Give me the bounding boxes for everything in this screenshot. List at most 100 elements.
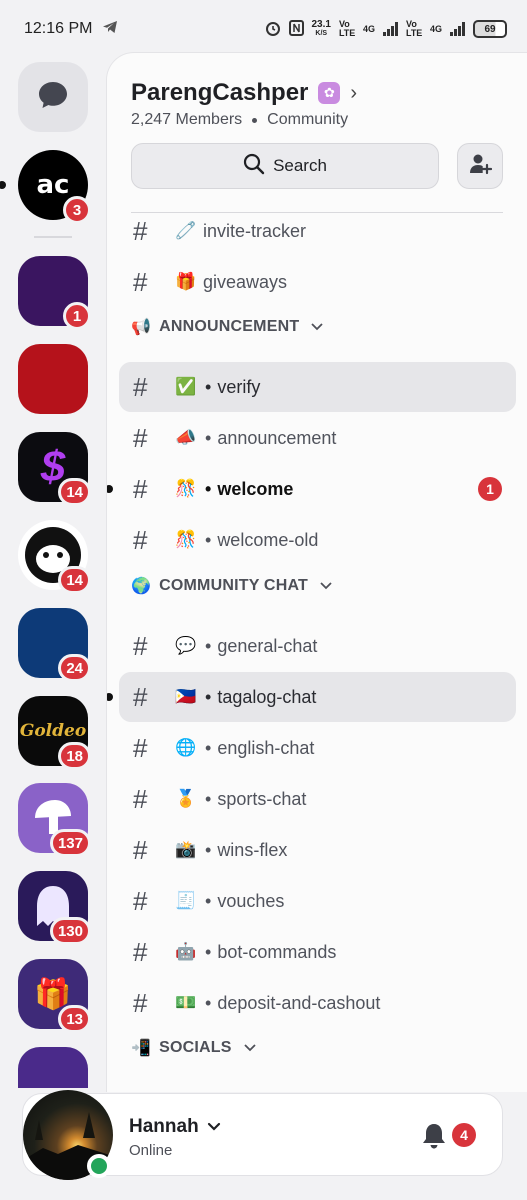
text-channel-icon: # [133, 266, 148, 297]
channel-tagalog-chat[interactable]: # 🇵🇭 • tagalog-chat [119, 672, 516, 722]
server-icon[interactable]: 🎁 13 [18, 959, 91, 1033]
channel-vouches[interactable]: # 🧾 • vouches [119, 876, 516, 926]
channel-wins-flex[interactable]: # 📸 • wins-flex [119, 825, 516, 875]
mention-badge: 18 [58, 742, 91, 770]
server-icon[interactable] [18, 344, 88, 414]
search-icon [243, 153, 265, 180]
search-button[interactable]: Search [131, 143, 439, 189]
text-channel-icon: # [133, 885, 148, 916]
add-user-icon [468, 153, 493, 180]
chevron-down-icon [320, 579, 332, 593]
text-channel-icon: # [133, 422, 148, 453]
text-channel-icon: # [133, 630, 148, 661]
user-status: Online [129, 1142, 173, 1159]
channel-emoji-icon: 🎊 [175, 479, 197, 498]
chevron-right-icon: › [350, 81, 358, 104]
mention-badge: 14 [58, 478, 91, 506]
server-avatar [18, 1047, 88, 1088]
user-panel[interactable]: Hannah Online 4 [22, 1090, 503, 1180]
channel-name: announcement [217, 427, 337, 448]
channel-emoji-icon: 🤖 [175, 942, 197, 961]
channel-separator: • [205, 992, 212, 1013]
channel-separator: • [205, 686, 212, 707]
channel-deposit-and-cashout[interactable]: # 💵 • deposit-and-cashout [119, 978, 516, 1028]
status-bar: 12:16 PM 23.1 K/S Vo LTE 4G Vo LTE 4G 69 [0, 0, 527, 58]
server-icon[interactable]: 137 [18, 783, 91, 857]
mention-badge: 14 [58, 566, 91, 594]
battery-icon: 69 [473, 20, 507, 38]
channel-separator: • [205, 427, 212, 448]
notifications-button[interactable] [421, 1122, 447, 1155]
chevron-down-icon [244, 1041, 256, 1055]
channel-verify[interactable]: # ✅ • verify [119, 362, 516, 412]
channel-invite-tracker[interactable]: # 🧷 invite-tracker [119, 206, 516, 256]
channel-bot-commands[interactable]: # 🤖 • bot-commands [119, 927, 516, 977]
search-label: Search [273, 156, 327, 175]
channel-name: sports-chat [217, 788, 307, 809]
server-icon[interactable]: 14 [18, 520, 91, 594]
channel-welcome-old[interactable]: # 🎊 • welcome-old [119, 515, 516, 565]
alarm-icon [265, 20, 281, 39]
channel-name: wins-flex [217, 839, 288, 860]
category-header[interactable]: 📲 SOCIALS [131, 1036, 256, 1060]
server-rail: ac 3 1 $14 14 24 Goldeo 18 137 130 🎁 13 [0, 58, 106, 1088]
notification-count-badge: 4 [452, 1123, 476, 1147]
channel-welcome[interactable]: # 🎊 • welcome 1 [119, 464, 516, 514]
sim1-label: Vo LTE [338, 19, 356, 38]
channel-english-chat[interactable]: # 🌐 • english-chat [119, 723, 516, 773]
mention-badge: 130 [49, 917, 91, 945]
server-type: Community [267, 111, 349, 128]
server-header[interactable]: ParengCashper ✿ › [131, 79, 357, 107]
server-meta: 2,247 Members Community [131, 111, 348, 129]
bell-icon [421, 1124, 447, 1154]
channel-emoji-icon: 💬 [175, 636, 197, 655]
username: Hannah [129, 1116, 199, 1137]
rail-separator [34, 236, 72, 238]
server-icon[interactable]: 1 [18, 256, 91, 330]
server-icon[interactable] [18, 1047, 88, 1088]
chevron-down-icon [207, 1116, 221, 1138]
channel-emoji-icon: 🧾 [175, 891, 197, 910]
sim1-type: 4G [362, 24, 375, 34]
category-header[interactable]: 🌍 COMMUNITY CHAT [131, 574, 332, 598]
signal-icon [382, 22, 398, 36]
channel-name: welcome [217, 478, 294, 499]
channel-emoji-icon: 🎁 [175, 272, 197, 291]
channel-emoji-icon: 🎊 [175, 530, 197, 549]
channel-separator: • [205, 635, 212, 656]
channel-name: deposit-and-cashout [217, 992, 381, 1013]
channel-name: welcome-old [217, 529, 319, 550]
mention-badge: 1 [63, 302, 91, 330]
invite-members-button[interactable] [457, 143, 503, 189]
unread-indicator [0, 181, 6, 189]
server-icon[interactable]: 24 [18, 608, 91, 682]
category-header[interactable]: 📢 ANNOUNCEMENT [131, 315, 323, 339]
server-avatar [18, 344, 88, 414]
username-button[interactable]: Hannah [129, 1116, 221, 1138]
text-channel-icon: # [133, 524, 148, 555]
channel-name: verify [217, 376, 261, 397]
server-icon[interactable]: $14 [18, 432, 91, 506]
channel-separator: • [205, 376, 212, 397]
server-icon[interactable]: Goldeo 18 [18, 696, 91, 770]
unread-indicator [107, 485, 113, 493]
channel-name: general-chat [217, 635, 318, 656]
net-speed: 23.1 [311, 19, 331, 30]
mention-badge: 3 [63, 196, 91, 224]
channel-general-chat[interactable]: # 💬 • general-chat [119, 621, 516, 671]
channel-giveaways[interactable]: # 🎁 giveaways [119, 257, 516, 307]
channel-name: giveaways [203, 271, 288, 292]
channel-name: vouches [217, 890, 285, 911]
channel-sports-chat[interactable]: # 🏅 • sports-chat [119, 774, 516, 824]
member-count: 2,247 Members [131, 111, 243, 128]
server-icon[interactable]: ac 3 [18, 150, 91, 224]
channel-emoji-icon: 📸 [175, 840, 197, 859]
mention-badge: 13 [58, 1005, 91, 1033]
category-name: SOCIALS [159, 1039, 232, 1056]
category-name: COMMUNITY CHAT [159, 577, 308, 594]
channel-name: invite-tracker [203, 220, 307, 241]
channel-emoji-icon: 🇵🇭 [175, 687, 197, 706]
direct-messages-button[interactable] [18, 62, 88, 132]
server-icon[interactable]: 130 [18, 871, 91, 945]
channel-announcement[interactable]: # 📣 • announcement [119, 413, 516, 463]
